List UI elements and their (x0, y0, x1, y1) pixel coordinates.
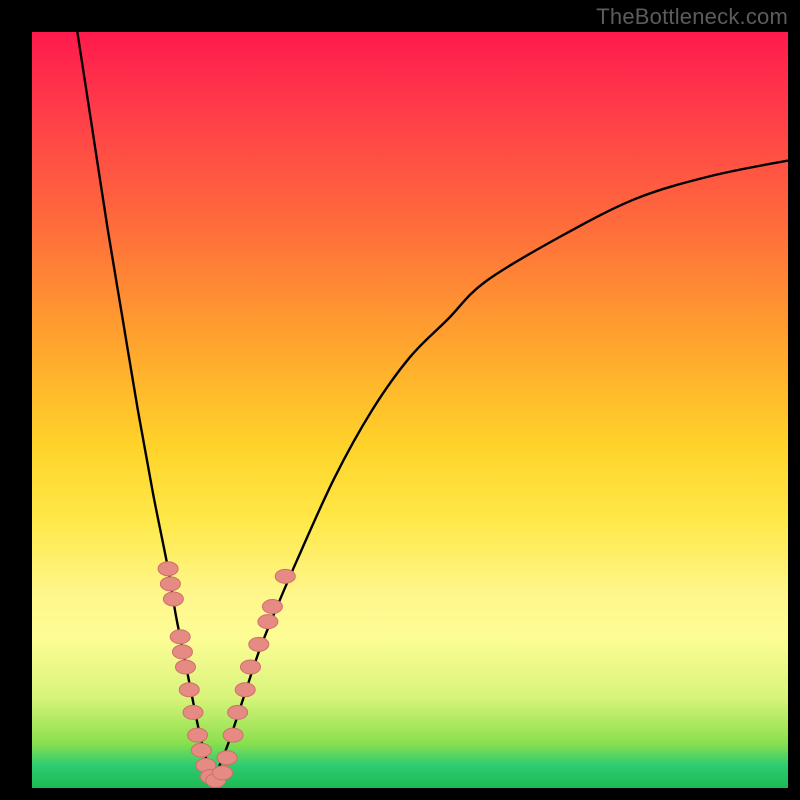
data-marker (183, 705, 203, 719)
data-marker (163, 592, 183, 606)
plot-area (32, 32, 788, 788)
data-marker (160, 577, 180, 591)
markers-group (158, 562, 295, 788)
data-marker (258, 615, 278, 629)
data-marker (158, 562, 178, 576)
data-marker (179, 683, 199, 697)
data-marker (262, 600, 282, 614)
data-marker (188, 728, 208, 742)
right-branch-curve (213, 161, 788, 781)
data-marker (175, 660, 195, 674)
chart-frame: TheBottleneck.com (0, 0, 800, 800)
data-marker (249, 637, 269, 651)
data-marker (223, 728, 243, 742)
data-marker (213, 766, 233, 780)
watermark-text: TheBottleneck.com (596, 4, 788, 30)
data-marker (170, 630, 190, 644)
data-marker (240, 660, 260, 674)
data-marker (235, 683, 255, 697)
data-marker (228, 705, 248, 719)
data-marker (172, 645, 192, 659)
data-marker (275, 569, 295, 583)
chart-svg (32, 32, 788, 788)
data-marker (217, 751, 237, 765)
data-marker (191, 743, 211, 757)
